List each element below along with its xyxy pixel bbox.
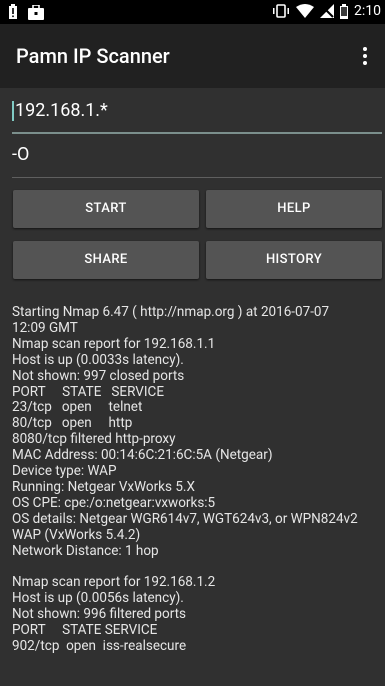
status-right-icons: 2:10 [272, 3, 381, 19]
output-line: MAC Address: 00:14:6C:21:6C:5A (Netgear) [12, 447, 273, 464]
output-line: 80/tcp open http [12, 415, 133, 432]
no-signal-icon [320, 3, 334, 18]
vibrate-icon [273, 4, 289, 18]
output-line: Host is up (0.0056s latency). [12, 590, 184, 607]
wifi-icon [296, 3, 314, 18]
output-line: OS CPE: cpe:/o:netgear:vxworks:5 [12, 494, 216, 511]
output-line: Not shown: 996 filtered ports [12, 606, 187, 623]
battery-icon [340, 3, 348, 19]
history-button[interactable]: HISTORY [206, 241, 382, 279]
ip-range-input[interactable]: 192.168.1.* [12, 100, 382, 134]
output-line: Host is up (0.0033s latency). [12, 351, 184, 368]
output-line: Network Distance: 1 hop [12, 542, 159, 559]
help-button[interactable]: HELP [206, 190, 382, 228]
share-button[interactable]: SHARE [13, 241, 199, 279]
output-line: PORT STATE SERVICE [12, 383, 165, 400]
scan-output[interactable]: Starting Nmap 6.47 ( http://nmap.org ) a… [12, 305, 385, 686]
start-button[interactable]: START [13, 190, 199, 228]
output-line: 8080/tcp filtered http-proxy [12, 431, 176, 448]
app-title: Pamn IP Scanner [16, 44, 170, 68]
status-time: 2:10 [354, 3, 381, 19]
nmap-options-underline [12, 177, 382, 178]
battery-alert-icon [9, 4, 17, 19]
output-line: PORT STATE SERVICE [12, 622, 158, 639]
output-blank-line [12, 560, 385, 576]
briefcase-icon [28, 4, 44, 20]
ip-range-value: 192.168.1.* [15, 100, 108, 121]
nmap-options-input[interactable]: -O [12, 144, 382, 178]
app-bar: Pamn IP Scanner [0, 24, 385, 88]
output-line: Running: Netgear VxWorks 5.X [12, 478, 195, 495]
output-line: Nmap scan report for 192.168.1.2 [12, 574, 216, 591]
output-line: Not shown: 997 closed ports [12, 367, 185, 384]
output-line: Device type: WAP [12, 463, 117, 480]
text-cursor [12, 101, 14, 122]
status-left-icons [8, 4, 44, 20]
output-line: OS details: Netgear WGR614v7, WGT624v3, … [12, 510, 358, 527]
output-line: 23/tcp open telnet [12, 399, 143, 416]
output-line: 902/tcp open iss-realsecure [12, 638, 187, 655]
overflow-menu-icon[interactable] [353, 40, 377, 72]
output-line: 12:09 GMT [12, 319, 78, 336]
ip-range-underline [12, 132, 382, 134]
output-line: WAP (VxWorks 5.4.2) [12, 526, 141, 543]
output-line: Nmap scan report for 192.168.1.1 [12, 335, 216, 352]
status-bar: 2:10 [0, 0, 385, 24]
nmap-options-value: -O [12, 144, 30, 165]
output-line: Starting Nmap 6.47 ( http://nmap.org ) a… [12, 305, 330, 320]
